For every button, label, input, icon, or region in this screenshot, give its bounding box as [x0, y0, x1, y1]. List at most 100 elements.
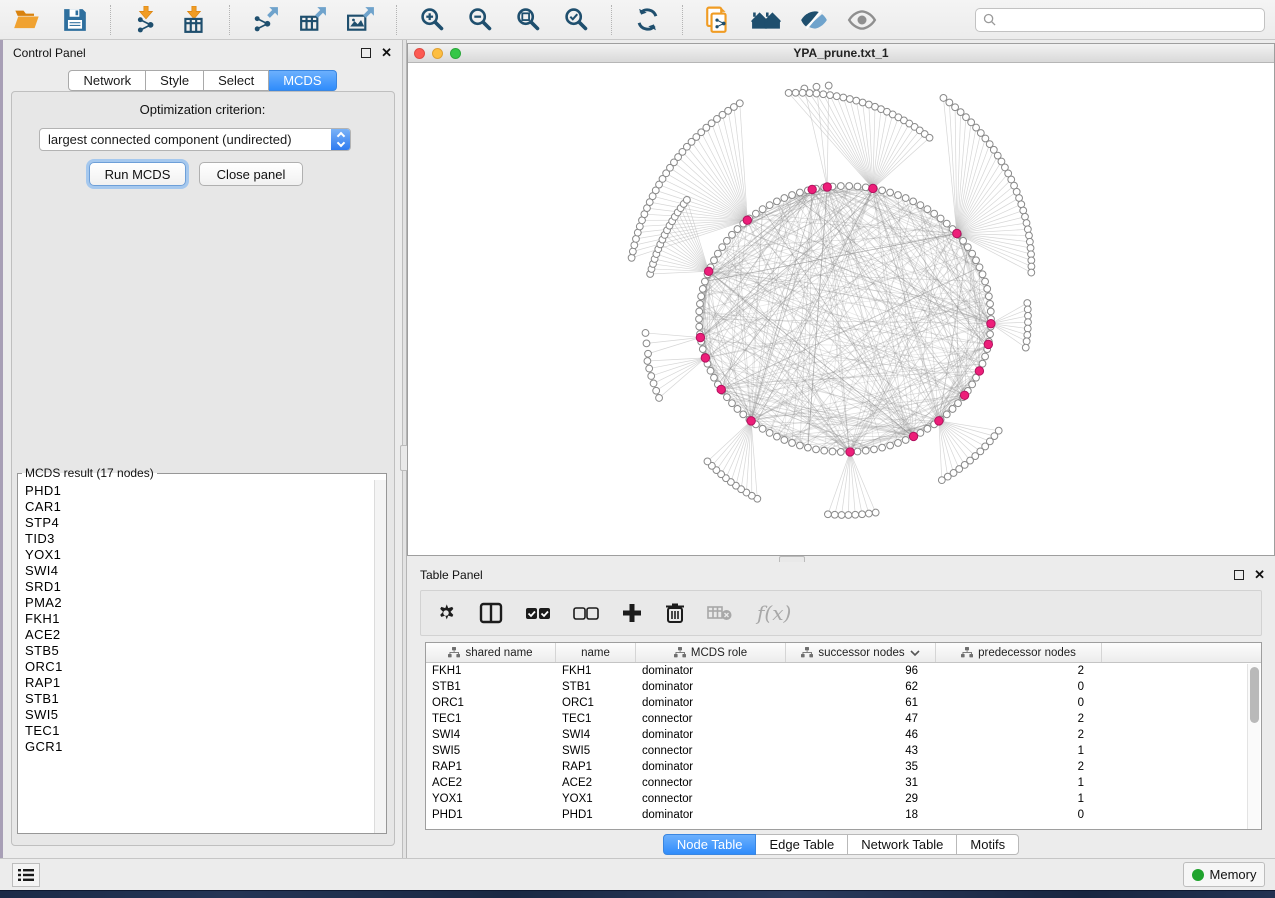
mcds-result-scrollbar[interactable]: [374, 480, 386, 833]
cell-successor-nodes[interactable]: 61: [786, 695, 936, 711]
table-row[interactable]: ACE2ACE2connector311: [426, 775, 1261, 791]
tab-edge-table[interactable]: Edge Table: [756, 834, 848, 855]
cell-MCDS-role[interactable]: dominator: [636, 807, 786, 823]
cell-MCDS-role[interactable]: dominator: [636, 759, 786, 775]
table-row[interactable]: STB1STB1dominator620: [426, 679, 1261, 695]
close-panel-icon[interactable]: ✕: [381, 48, 392, 58]
tab-select[interactable]: Select: [204, 70, 269, 91]
cell-MCDS-role[interactable]: connector: [636, 775, 786, 791]
cell-shared-name[interactable]: RAP1: [426, 759, 556, 775]
mcds-result-item[interactable]: SRD1: [25, 579, 386, 595]
table-row[interactable]: PHD1PHD1dominator180: [426, 807, 1261, 823]
mcds-result-item[interactable]: TID3: [25, 531, 386, 547]
float-table-panel-icon[interactable]: [1234, 570, 1244, 580]
column-header-name[interactable]: name: [556, 643, 636, 662]
cell-predecessor-nodes[interactable]: 0: [936, 695, 1102, 711]
cell-shared-name[interactable]: ORC1: [426, 695, 556, 711]
cell-name[interactable]: SWI5: [556, 743, 636, 759]
cell-name[interactable]: ACE2: [556, 775, 636, 791]
export-table-icon[interactable]: [296, 5, 330, 35]
memory-button[interactable]: Memory: [1183, 862, 1265, 887]
cell-predecessor-nodes[interactable]: 1: [936, 743, 1102, 759]
table-settings-icon[interactable]: [435, 602, 457, 624]
cell-MCDS-role[interactable]: dominator: [636, 695, 786, 711]
cell-shared-name[interactable]: PHD1: [426, 807, 556, 823]
deselect-all-columns-icon[interactable]: [573, 604, 599, 622]
column-header-predecessor-nodes[interactable]: predecessor nodes: [936, 643, 1102, 662]
save-session-icon[interactable]: [58, 5, 92, 35]
open-session-icon[interactable]: [10, 5, 44, 35]
cell-name[interactable]: SWI4: [556, 727, 636, 743]
mcds-result-item[interactable]: RAP1: [25, 675, 386, 691]
delete-column-icon[interactable]: [665, 602, 685, 624]
cell-MCDS-role[interactable]: dominator: [636, 663, 786, 679]
cell-shared-name[interactable]: SWI4: [426, 727, 556, 743]
mcds-result-item[interactable]: FKH1: [25, 611, 386, 627]
scrollbar-thumb[interactable]: [1250, 667, 1259, 723]
cell-successor-nodes[interactable]: 43: [786, 743, 936, 759]
mcds-result-item[interactable]: PMA2: [25, 595, 386, 611]
search-box[interactable]: [975, 8, 1265, 32]
cell-name[interactable]: PHD1: [556, 807, 636, 823]
cell-successor-nodes[interactable]: 31: [786, 775, 936, 791]
tab-style[interactable]: Style: [146, 70, 204, 91]
cell-predecessor-nodes[interactable]: 2: [936, 663, 1102, 679]
import-table-icon[interactable]: [177, 5, 211, 35]
search-input[interactable]: [1001, 13, 1257, 27]
column-header-successor-nodes[interactable]: successor nodes: [786, 643, 936, 662]
hide-selected-icon[interactable]: [797, 5, 831, 35]
cell-name[interactable]: ORC1: [556, 695, 636, 711]
clone-network-icon[interactable]: [701, 5, 735, 35]
network-graph-canvas[interactable]: [408, 63, 1274, 555]
zoom-out-icon[interactable]: [463, 5, 497, 35]
table-row[interactable]: RAP1RAP1dominator352: [426, 759, 1261, 775]
cell-MCDS-role[interactable]: dominator: [636, 679, 786, 695]
cell-predecessor-nodes[interactable]: 0: [936, 679, 1102, 695]
close-panel-button[interactable]: Close panel: [199, 162, 303, 186]
export-image-icon[interactable]: [344, 5, 378, 35]
cell-predecessor-nodes[interactable]: 1: [936, 791, 1102, 807]
cell-MCDS-role[interactable]: connector: [636, 711, 786, 727]
cell-predecessor-nodes[interactable]: 1: [936, 775, 1102, 791]
zoom-fit-icon[interactable]: [511, 5, 545, 35]
cell-predecessor-nodes[interactable]: 0: [936, 807, 1102, 823]
cell-shared-name[interactable]: STB1: [426, 679, 556, 695]
run-mcds-button[interactable]: Run MCDS: [89, 162, 186, 186]
column-header-shared-name[interactable]: shared name: [426, 643, 556, 662]
cell-predecessor-nodes[interactable]: 2: [936, 727, 1102, 743]
close-table-panel-icon[interactable]: ✕: [1254, 570, 1265, 580]
table-row[interactable]: SWI4SWI4dominator462: [426, 727, 1261, 743]
table-row[interactable]: SWI5SWI5connector431: [426, 743, 1261, 759]
task-history-button[interactable]: [12, 863, 40, 887]
cell-successor-nodes[interactable]: 47: [786, 711, 936, 727]
cybrowser-home-icon[interactable]: [749, 5, 783, 35]
zoom-selected-icon[interactable]: [559, 5, 593, 35]
mcds-result-item[interactable]: TEC1: [25, 723, 386, 739]
cell-shared-name[interactable]: TEC1: [426, 711, 556, 727]
cell-MCDS-role[interactable]: connector: [636, 791, 786, 807]
cell-shared-name[interactable]: SWI5: [426, 743, 556, 759]
mcds-result-item[interactable]: GCR1: [25, 739, 386, 755]
cell-name[interactable]: YOX1: [556, 791, 636, 807]
cell-name[interactable]: TEC1: [556, 711, 636, 727]
tab-node-table[interactable]: Node Table: [663, 834, 757, 855]
table-row[interactable]: ORC1ORC1dominator610: [426, 695, 1261, 711]
column-header-MCDS-role[interactable]: MCDS role: [636, 643, 786, 662]
node-table-scrollbar[interactable]: [1247, 664, 1260, 829]
cell-successor-nodes[interactable]: 96: [786, 663, 936, 679]
table-row[interactable]: TEC1TEC1connector472: [426, 711, 1261, 727]
cell-successor-nodes[interactable]: 29: [786, 791, 936, 807]
mcds-result-item[interactable]: STB5: [25, 643, 386, 659]
import-network-icon[interactable]: [129, 5, 163, 35]
mcds-result-item[interactable]: STP4: [25, 515, 386, 531]
cell-successor-nodes[interactable]: 18: [786, 807, 936, 823]
cell-successor-nodes[interactable]: 46: [786, 727, 936, 743]
cell-name[interactable]: RAP1: [556, 759, 636, 775]
table-row[interactable]: FKH1FKH1dominator962: [426, 663, 1261, 679]
mcds-result-item[interactable]: SWI4: [25, 563, 386, 579]
mcds-result-item[interactable]: ACE2: [25, 627, 386, 643]
add-column-icon[interactable]: [621, 602, 643, 624]
zoom-in-icon[interactable]: [415, 5, 449, 35]
apply-layout-icon[interactable]: [630, 5, 664, 35]
optimization-criterion-select[interactable]: largest connected component (undirected): [39, 128, 351, 151]
